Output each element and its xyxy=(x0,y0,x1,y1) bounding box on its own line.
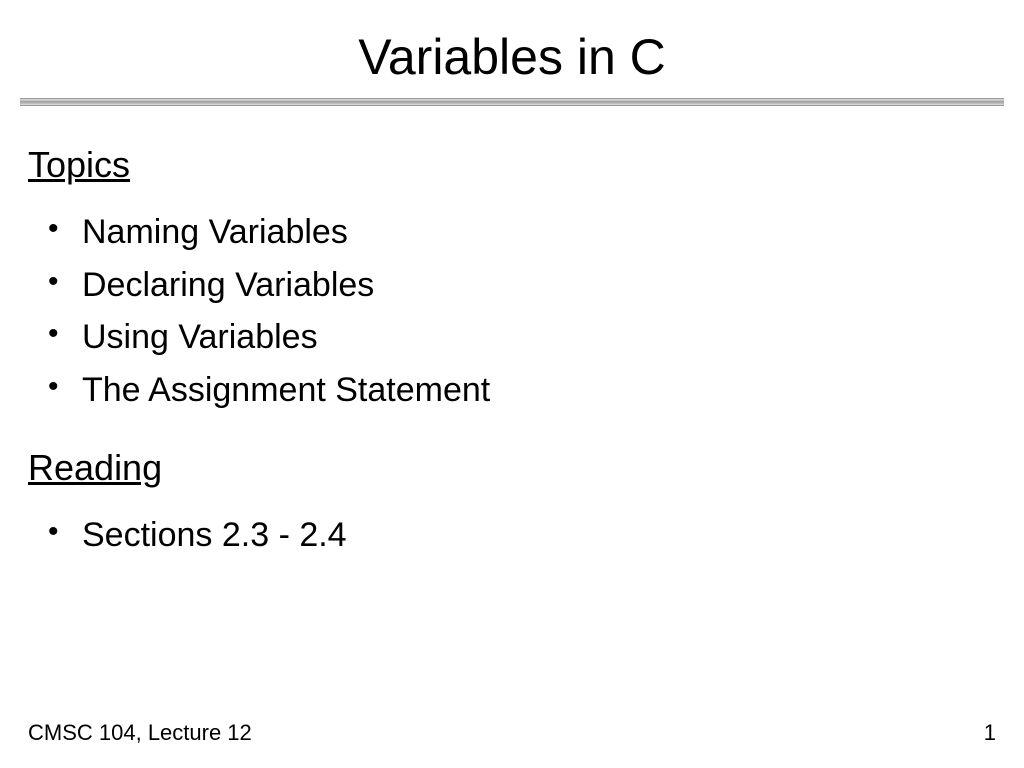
list-item: Using Variables xyxy=(48,311,996,364)
reading-list: Sections 2.3 - 2.4 xyxy=(28,509,996,562)
slide-footer: CMSC 104, Lecture 12 1 xyxy=(0,720,1024,746)
title-area: Variables in C xyxy=(0,0,1024,98)
list-item: Sections 2.3 - 2.4 xyxy=(48,509,996,562)
reading-heading: Reading xyxy=(28,447,996,489)
footer-page-number: 1 xyxy=(984,720,996,746)
horizontal-divider xyxy=(20,98,1004,106)
topics-heading: Topics xyxy=(28,144,996,186)
topics-list: Naming Variables Declaring Variables Usi… xyxy=(28,206,996,417)
reading-section: Reading Sections 2.3 - 2.4 xyxy=(28,447,996,562)
list-item: The Assignment Statement xyxy=(48,364,996,417)
slide-content: Topics Naming Variables Declaring Variab… xyxy=(0,106,1024,561)
list-item: Declaring Variables xyxy=(48,259,996,312)
slide-title: Variables in C xyxy=(0,28,1024,86)
topics-section: Topics Naming Variables Declaring Variab… xyxy=(28,144,996,417)
list-item: Naming Variables xyxy=(48,206,996,259)
footer-left: CMSC 104, Lecture 12 xyxy=(28,720,252,746)
